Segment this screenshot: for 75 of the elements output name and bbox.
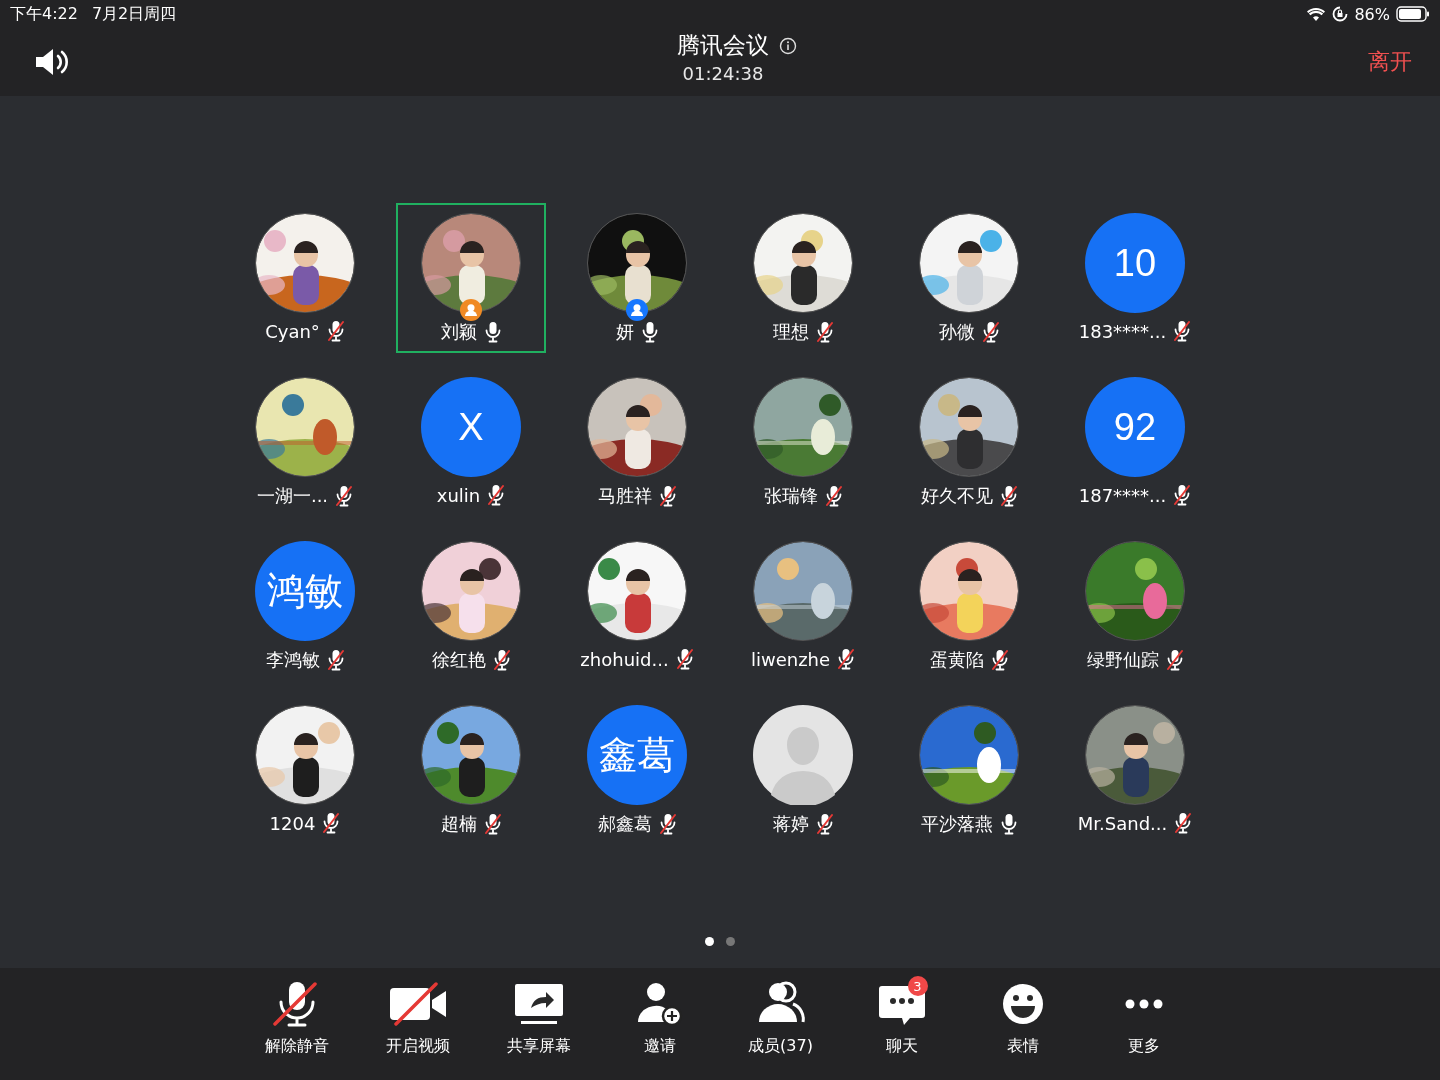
toolbar-button[interactable]: 表情 <box>970 974 1075 1070</box>
battery-percent: 86% <box>1354 4 1390 24</box>
participant-tile[interactable]: 绿野仙踪 <box>1060 531 1210 681</box>
participant-tile[interactable]: Mr.Sand... <box>1060 695 1210 845</box>
participant-name: 马胜祥 <box>597 484 652 508</box>
participant-tile[interactable]: 1204 <box>230 695 380 845</box>
page-dot[interactable] <box>705 937 714 946</box>
unread-badge: 3 <box>907 976 928 996</box>
participant-name: 187****... <box>1078 484 1167 506</box>
avatar-initials: 鸿敏 <box>255 541 355 641</box>
participant-name: xulin <box>436 484 481 506</box>
avatar-initials: 92 <box>1085 377 1185 477</box>
participant-tile[interactable]: 刘颖 <box>396 203 546 353</box>
participant-name: 刘颖 <box>440 320 477 344</box>
participant-name: 绿野仙踪 <box>1086 648 1159 672</box>
toolbar-button[interactable]: 开启视频 <box>365 974 470 1070</box>
participant-tile[interactable]: 孙微 <box>894 203 1044 353</box>
participant-tile[interactable]: 妍 <box>562 203 712 353</box>
participant-tile[interactable]: X xulin <box>396 367 546 517</box>
participant-name: 好久不见 <box>920 484 993 508</box>
avatar-initials: X <box>421 377 521 477</box>
participant-tile[interactable]: 一湖一... <box>230 367 380 517</box>
status-time: 下午4:22 <box>10 3 78 25</box>
toolbar-button[interactable]: 更多 <box>1091 974 1196 1070</box>
participant-tile[interactable]: Cyan° <box>230 203 380 353</box>
participant-name: 蛋黄陷 <box>929 648 984 672</box>
participant-name: 理想 <box>772 320 809 344</box>
avatar-initials: 鑫葛 <box>587 705 687 805</box>
participant-name: 平沙落燕 <box>920 812 993 836</box>
participant-tile[interactable]: 超楠 <box>396 695 546 845</box>
participant-name: 郝鑫葛 <box>597 812 652 836</box>
participant-name: zhohuid... <box>580 648 669 670</box>
participant-tile[interactable]: 好久不见 <box>894 367 1044 517</box>
participant-name: 超楠 <box>440 812 477 836</box>
participant-name: 张瑞锋 <box>763 484 818 508</box>
participant-tile[interactable]: 平沙落燕 <box>894 695 1044 845</box>
participant-name: 孙微 <box>938 320 975 344</box>
participant-tile[interactable]: 蛋黄陷 <box>894 531 1044 681</box>
participant-tile[interactable]: 蒋婷 <box>728 695 878 845</box>
participant-name: 183****... <box>1078 320 1167 342</box>
rotation-lock-icon <box>1332 6 1349 22</box>
info-icon[interactable] <box>779 36 797 55</box>
wifi-icon <box>1306 6 1327 22</box>
participant-tile[interactable]: 鸿敏 李鸿敏 <box>230 531 380 681</box>
participant-name: Mr.Sand... <box>1077 812 1168 834</box>
participant-tile[interactable]: 10 183****... <box>1060 203 1210 353</box>
participant-tile[interactable]: 张瑞锋 <box>728 367 878 517</box>
person-silhouette-icon <box>753 705 853 805</box>
participant-name: 妍 <box>615 320 634 344</box>
meeting-title: 腾讯会议 <box>677 31 769 60</box>
toolbar-button[interactable]: 共享屏幕 <box>486 974 591 1070</box>
battery-icon <box>1396 6 1430 22</box>
participant-name: 蒋婷 <box>772 812 809 836</box>
participant-tile[interactable]: 马胜祥 <box>562 367 712 517</box>
participant-name: liwenzhe <box>750 648 831 670</box>
status-date: 7月2日周四 <box>91 3 177 25</box>
participant-tile[interactable]: 徐红艳 <box>396 531 546 681</box>
participant-tile[interactable]: 理想 <box>728 203 878 353</box>
toolbar-button[interactable]: 成员(37) <box>728 974 833 1070</box>
participant-name: 1204 <box>269 812 316 834</box>
avatar-initials: 10 <box>1085 213 1185 313</box>
participant-tile[interactable]: 92 187****... <box>1060 367 1210 517</box>
toolbar-button[interactable]: 3 聊天 <box>849 974 954 1070</box>
toolbar-button[interactable]: 邀请 <box>607 974 712 1070</box>
page-dot[interactable] <box>726 937 735 946</box>
participant-name: 徐红艳 <box>431 648 486 672</box>
participant-tile[interactable]: liwenzhe <box>728 531 878 681</box>
meeting-timer: 01:24:38 <box>682 63 764 84</box>
participant-tile[interactable]: zhohuid... <box>562 531 712 681</box>
toolbar-button[interactable]: 解除静音 <box>244 974 349 1070</box>
participant-name: Cyan° <box>265 320 320 342</box>
participant-name: 李鸿敏 <box>265 648 320 672</box>
participant-name: 一湖一... <box>256 484 329 508</box>
participant-tile[interactable]: 鑫葛 郝鑫葛 <box>562 695 712 845</box>
leave-button[interactable]: 离开 <box>1322 47 1412 77</box>
